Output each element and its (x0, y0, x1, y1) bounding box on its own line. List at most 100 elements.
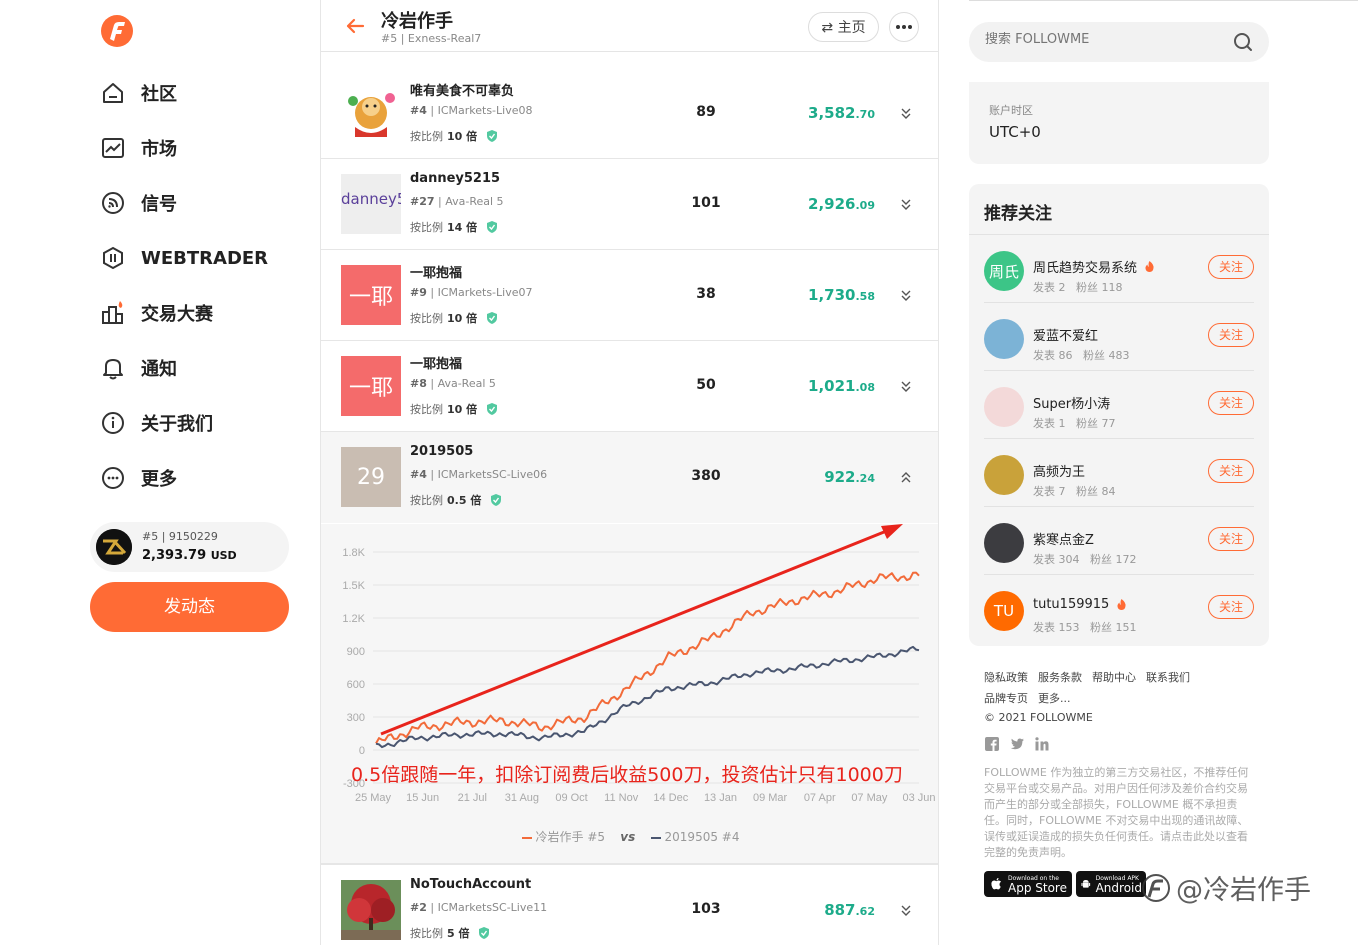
more-menu-button[interactable] (889, 12, 919, 42)
recommend-item[interactable]: 高频为王发表 7 粉丝 84 关注 (984, 439, 1254, 507)
chevron-down-icon[interactable] (899, 379, 913, 393)
legend-item[interactable]: 冷岩作手 #5 (521, 830, 605, 844)
recommend-card: 推荐关注 周氏 周氏趋势交易系统 发表 2 粉丝 118 关注 爱蓝不爱红 发表 86 粉… (969, 184, 1269, 646)
page-header: 冷岩作手 #5 | Exness-Real7 ⇄ 主页 (321, 0, 938, 52)
nav-webtrader[interactable]: WEBTRADER (100, 242, 268, 274)
follow-button[interactable]: 关注 (1208, 595, 1254, 619)
trader-avatar: 一耶 (341, 356, 401, 416)
trader-name[interactable]: danney5215 (410, 171, 500, 186)
main-column: 冷岩作手 #5 | Exness-Real7 ⇄ 主页 唯有美食不可辜负 #4 … (320, 0, 939, 945)
top-divider (969, 0, 1358, 1)
nav-community[interactable]: 社区 (100, 77, 177, 109)
footer-link[interactable]: 服务条款 (1038, 671, 1082, 684)
footer-link[interactable]: 更多... (1038, 692, 1071, 705)
shield-icon (479, 927, 490, 939)
follow-button[interactable]: 关注 (1208, 391, 1254, 415)
trader-name[interactable]: 一耶抱福 (410, 262, 462, 281)
nav-label: WEBTRADER (141, 247, 269, 269)
trader-name[interactable]: NoTouchAccount (410, 877, 531, 892)
chart-legend: 冷岩作手 #5 vs 2019505 #4 (321, 828, 938, 845)
chevron-down-icon[interactable] (899, 106, 913, 120)
timezone-value: UTC+0 (989, 123, 1041, 141)
recommend-item[interactable]: 紫寒点金Z 发表 304 粉丝 172 关注 (984, 507, 1254, 575)
facebook-icon[interactable] (984, 736, 1000, 752)
search-icon[interactable] (1233, 32, 1253, 52)
recommend-item[interactable]: 周氏 周氏趋势交易系统 发表 2 粉丝 118 关注 (984, 235, 1254, 303)
follow-button[interactable]: 关注 (1208, 527, 1254, 551)
android-download-button[interactable]: Download APK Android (1076, 871, 1146, 897)
search-box[interactable] (969, 22, 1269, 62)
user-stats: 发表 304 粉丝 172 (1033, 553, 1137, 566)
back-arrow-icon[interactable] (345, 16, 365, 36)
legend-item[interactable]: 2019505 #4 (650, 830, 739, 844)
linkedin-icon[interactable] (1034, 736, 1050, 752)
x-tick-label: 11 Nov (604, 792, 639, 804)
trader-name[interactable]: 唯有美食不可辜负 (410, 80, 514, 99)
user-name[interactable]: 紫寒点金Z (1033, 529, 1094, 548)
apple-icon (991, 877, 1002, 890)
follow-button[interactable]: 关注 (1208, 459, 1254, 483)
search-input[interactable] (985, 32, 1225, 47)
nav-notifications[interactable]: 通知 (100, 352, 177, 384)
table-row[interactable]: danney5 danney5215 #27 | Ava-Real 5 按比例 1… (321, 159, 938, 250)
footer-link[interactable]: 帮助中心 (1092, 671, 1136, 684)
nav-label: 信号 (141, 194, 177, 215)
trader-name[interactable]: 一耶抱福 (410, 353, 462, 372)
home-button[interactable]: ⇄ 主页 (808, 12, 879, 42)
chevron-up-icon[interactable] (899, 470, 913, 484)
user-avatar[interactable] (984, 523, 1024, 563)
nav-label: 关于我们 (141, 414, 213, 435)
nav-market[interactable]: 市场 (100, 132, 177, 164)
user-avatar[interactable]: TU (984, 591, 1024, 631)
footer-link[interactable]: 隐私政策 (984, 671, 1028, 684)
x-tick-label: 09 Oct (555, 792, 587, 804)
twitter-icon[interactable] (1009, 736, 1025, 752)
follow-button[interactable]: 关注 (1208, 323, 1254, 347)
user-avatar[interactable] (984, 387, 1024, 427)
nav-label: 通知 (141, 359, 177, 380)
chevron-down-icon[interactable] (899, 197, 913, 211)
user-avatar[interactable] (984, 455, 1024, 495)
user-name[interactable]: 爱蓝不爱红 (1033, 325, 1098, 344)
chart-icon (102, 138, 124, 158)
page-subtitle: #5 | Exness-Real7 (381, 32, 482, 45)
recommend-item[interactable]: 爱蓝不爱红发表 86 粉丝 483 关注 (984, 303, 1254, 371)
user-stats: 发表 86 粉丝 483 (1033, 349, 1130, 362)
user-avatar[interactable]: 周氏 (984, 251, 1024, 291)
user-name[interactable]: 高频为王 (1033, 461, 1085, 480)
chevron-down-icon[interactable] (899, 288, 913, 302)
post-button[interactable]: 发动态 (90, 582, 289, 632)
account-card[interactable]: #5 | 9150229 2,393.79 USD (90, 522, 289, 572)
table-row[interactable]: 唯有美食不可辜负 #4 | ICMarkets-Live08 按比例 10 倍 8… (321, 68, 938, 159)
trader-account: #27 | Ava-Real 5 (410, 195, 504, 208)
x-tick-label: 03 Jun (902, 792, 935, 804)
recommend-item[interactable]: Super杨小涛 发表 1 粉丝 77 关注 (984, 371, 1254, 439)
user-name[interactable]: tutu159915 (1033, 597, 1128, 612)
user-name[interactable]: 周氏趋势交易系统 (1033, 257, 1156, 276)
user-stats: 发表 7 粉丝 84 (1033, 485, 1116, 498)
nav-signal[interactable]: 信号 (100, 187, 177, 219)
trader-account: #8 | Ava-Real 5 (410, 377, 496, 390)
ellipsis-icon (896, 25, 912, 29)
table-row[interactable]: 一耶 一耶抱福 #8 | Ava-Real 5 按比例 10 倍 50 1,021… (321, 341, 938, 432)
chevron-down-icon[interactable] (899, 903, 913, 917)
user-avatar[interactable] (984, 319, 1024, 359)
series-line (375, 571, 920, 744)
footer-link[interactable]: 品牌专页 (984, 692, 1028, 705)
table-row[interactable]: 一耶 一耶抱福 #9 | ICMarkets-Live07 按比例 10 倍 38… (321, 250, 938, 341)
table-row-expanded[interactable]: 29 2019505 #4 | ICMarketsSC-Live06 按比例 0.… (321, 432, 938, 523)
nav-contest[interactable]: 交易大赛 (100, 297, 213, 329)
table-row[interactable]: NoTouchAccount #2 | ICMarketsSC-Live11 按… (321, 864, 938, 945)
trader-name[interactable]: 2019505 (410, 444, 473, 459)
x-tick-label: 25 May (355, 792, 392, 804)
nav-about[interactable]: 关于我们 (100, 407, 213, 439)
follow-ratio: 按比例 10 倍 (410, 401, 499, 417)
followme-logo[interactable] (100, 14, 134, 48)
profit-value: 3,582.70 (808, 104, 875, 122)
recommend-item[interactable]: TU tutu159915 发表 153 粉丝 151 关注 (984, 575, 1254, 643)
footer-link[interactable]: 联系我们 (1146, 671, 1190, 684)
app-store-button[interactable]: Download on the App Store (984, 871, 1072, 897)
nav-more[interactable]: 更多 (100, 462, 177, 494)
user-name[interactable]: Super杨小涛 (1033, 393, 1110, 412)
follow-button[interactable]: 关注 (1208, 255, 1254, 279)
